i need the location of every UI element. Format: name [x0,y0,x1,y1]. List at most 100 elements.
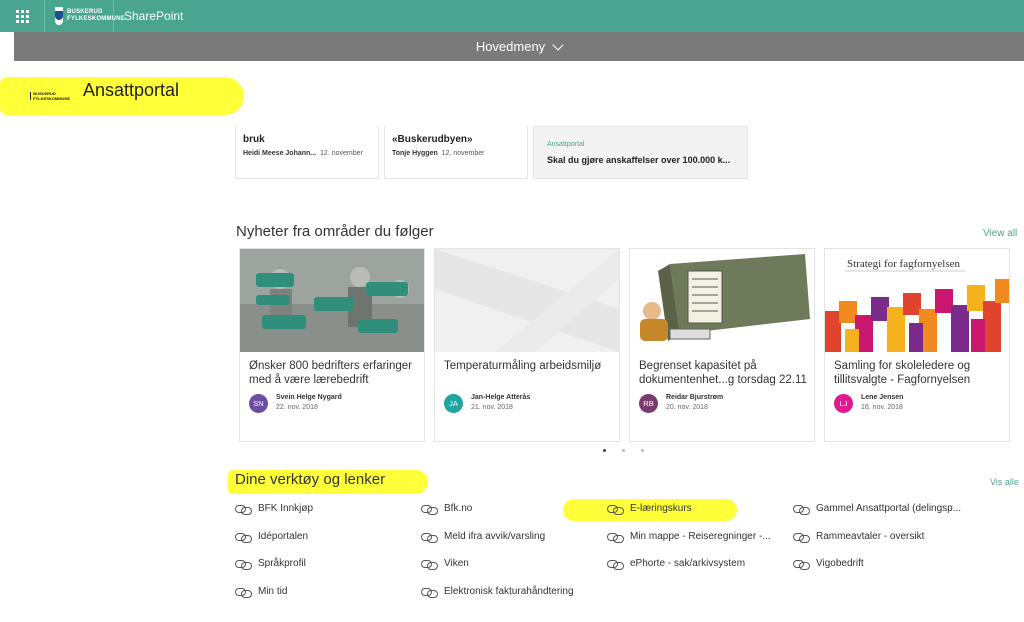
link-icon [793,532,810,543]
news-card[interactable]: Begrenset kapasitet på dokumentenhet...g… [629,248,815,442]
link-icon [421,587,438,598]
link-icon [607,532,624,543]
quick-link-label: Viken [444,558,469,569]
news-section-heading: Nyheter fra områder du følger [236,223,434,240]
news-card-meta: Heidi Meese Johann... 12. november [243,150,363,157]
quick-link[interactable]: E-læringskurs [607,503,692,515]
quick-link-label: Elektronisk fakturahåndtering [444,586,574,597]
quick-link[interactable]: Vigobedrift [793,558,864,570]
quick-link[interactable]: Meld ifra avvik/varsling [421,531,546,543]
quick-link[interactable]: Elektronisk fakturahåndtering [421,586,574,598]
link-icon [235,587,252,598]
quick-link-label: Min tid [258,586,288,597]
tools-view-all-link[interactable]: Vis alle [990,477,1019,487]
news-card-image: Strategi for fagfornyelsen [825,249,1009,352]
news-card-title: Samling for skoleledere og tillitsvalgte… [834,360,971,386]
news-card-top[interactable]: bruk Heidi Meese Johann... 12. november [235,126,379,179]
quick-link[interactable]: Bfk.no [421,503,473,515]
author-avatar: LJ [834,394,853,413]
org-logo[interactable]: BUSKERUD FYLKESKOMMUNE [44,0,125,32]
news-card-title: Temperaturmåling arbeidsmiljø [444,360,602,372]
news-card-author: Heidi Meese Johann... [243,150,317,157]
app-launcher-button[interactable] [0,0,44,32]
quick-link-label: ePhorte - sak/arkivsystem [630,558,746,569]
shield-icon [30,92,32,100]
link-icon [607,559,624,570]
app-name-link[interactable]: SharePoint [114,9,183,23]
news-card-top[interactable]: «Buskerudbyen» Tonje Hyggen 12. november [384,126,528,179]
link-icon [421,559,438,570]
link-icon [421,504,438,515]
news-view-all-link[interactable]: View all [983,228,1017,239]
news-card-title: «Buskerudbyen» [392,134,473,145]
link-icon [793,559,810,570]
news-card-image-title: Strategi for fagfornyelsen [847,258,961,270]
quick-link[interactable]: BFK Innkjøp [235,503,314,515]
news-card-author: Svein Helge Nygard [276,394,342,401]
news-card[interactable]: Temperaturmåling arbeidsmiljø JA Jan-Hel… [434,248,620,442]
news-card-date: 22. nov. 2018 [276,404,318,411]
quick-link-label: E-læringskurs [630,503,692,514]
news-card[interactable]: Ønsker 800 bedrifters erfaringer med å v… [239,248,425,442]
news-card-meta: Tonje Hyggen 12. november [392,150,484,157]
quick-link-label: Idéportalen [258,531,309,542]
chevron-down-icon [552,38,564,51]
quick-link[interactable]: Språkprofil [235,558,306,570]
suite-bar: BUSKERUD FYLKESKOMMUNE SharePoint [0,0,1024,32]
quick-link-label: Vigobedrift [816,558,864,569]
site-logo[interactable]: BUSKERUD FYLKESKOMMUNE [30,89,70,103]
news-card-source: Ansattportal [547,141,585,148]
news-card-author: Tonje Hyggen [392,150,438,157]
quick-link[interactable]: Idéportalen [235,531,309,543]
news-card-date: 20. nov. 2018 [666,404,708,411]
link-icon [421,532,438,543]
quick-link-label: Språkprofil [258,558,306,569]
link-icon [235,504,252,515]
news-card[interactable]: Strategi for fagfornyelsen Samling for s… [824,248,1010,442]
link-icon [235,532,252,543]
quick-link-label: Rammeavtaler - oversikt [816,531,925,542]
news-card-image [240,249,424,352]
link-icon [607,504,624,515]
main-menu-button[interactable]: Hovedmeny [14,32,1024,61]
quick-link-label: BFK Innkjøp [258,503,314,514]
carousel-dot[interactable] [622,449,625,452]
news-card-top[interactable]: Ansattportal Skal du gjøre anskaffelser … [533,126,748,179]
news-card-date: 12. november [441,150,485,157]
link-icon [235,559,252,570]
site-title[interactable]: Ansattportal [83,80,179,101]
news-card-title: Begrenset kapasitet på dokumentenhet...g… [639,360,807,386]
quick-link[interactable]: Viken [421,558,469,570]
quick-link[interactable]: ePhorte - sak/arkivsystem [607,558,746,570]
site-logo-text: BUSKERUD FYLKESKOMMUNE [33,91,70,101]
news-card-image [630,249,814,352]
waffle-icon [15,9,29,23]
link-icon [793,504,810,515]
news-card-title: Skal du gjøre anskaffelser over 100.000 … [547,155,731,165]
quick-link-label: Gammel Ansattportal (delingsp... [816,503,962,514]
quick-link[interactable]: Min mappe - Reiseregninger -... [607,531,771,543]
news-card-author: Reidar Bjurstrøm [666,394,724,401]
news-card-title: bruk [243,134,265,145]
news-card-title: Ønsker 800 bedrifters erfaringer med å v… [249,360,412,386]
news-card-image [435,249,619,352]
main-menu-label: Hovedmeny [475,39,546,54]
news-card-author: Jan-Helge Atterås [471,394,531,401]
carousel-dot[interactable] [641,449,644,452]
author-avatar: JA [444,394,463,413]
tools-section-heading: Dine verktøy og lenker [235,471,386,488]
news-card-author: Lene Jensen [861,394,904,401]
author-avatar: RB [639,394,658,413]
author-avatar: SN [249,394,268,413]
quick-link-label: Bfk.no [444,503,473,514]
news-card-date: 21. nov. 2018 [471,404,513,411]
quick-link-label: Min mappe - Reiseregninger -... [630,531,771,542]
news-card-date: 16. nov. 2018 [861,404,903,411]
quick-link[interactable]: Gammel Ansattportal (delingsp... [793,503,962,515]
quick-link-label: Meld ifra avvik/varsling [444,531,546,542]
quick-link[interactable]: Min tid [235,586,288,598]
news-card-date: 12. november [320,150,363,157]
quick-link[interactable]: Rammeavtaler - oversikt [793,531,925,543]
carousel-dot[interactable] [603,449,606,452]
carousel-pager [603,449,644,452]
